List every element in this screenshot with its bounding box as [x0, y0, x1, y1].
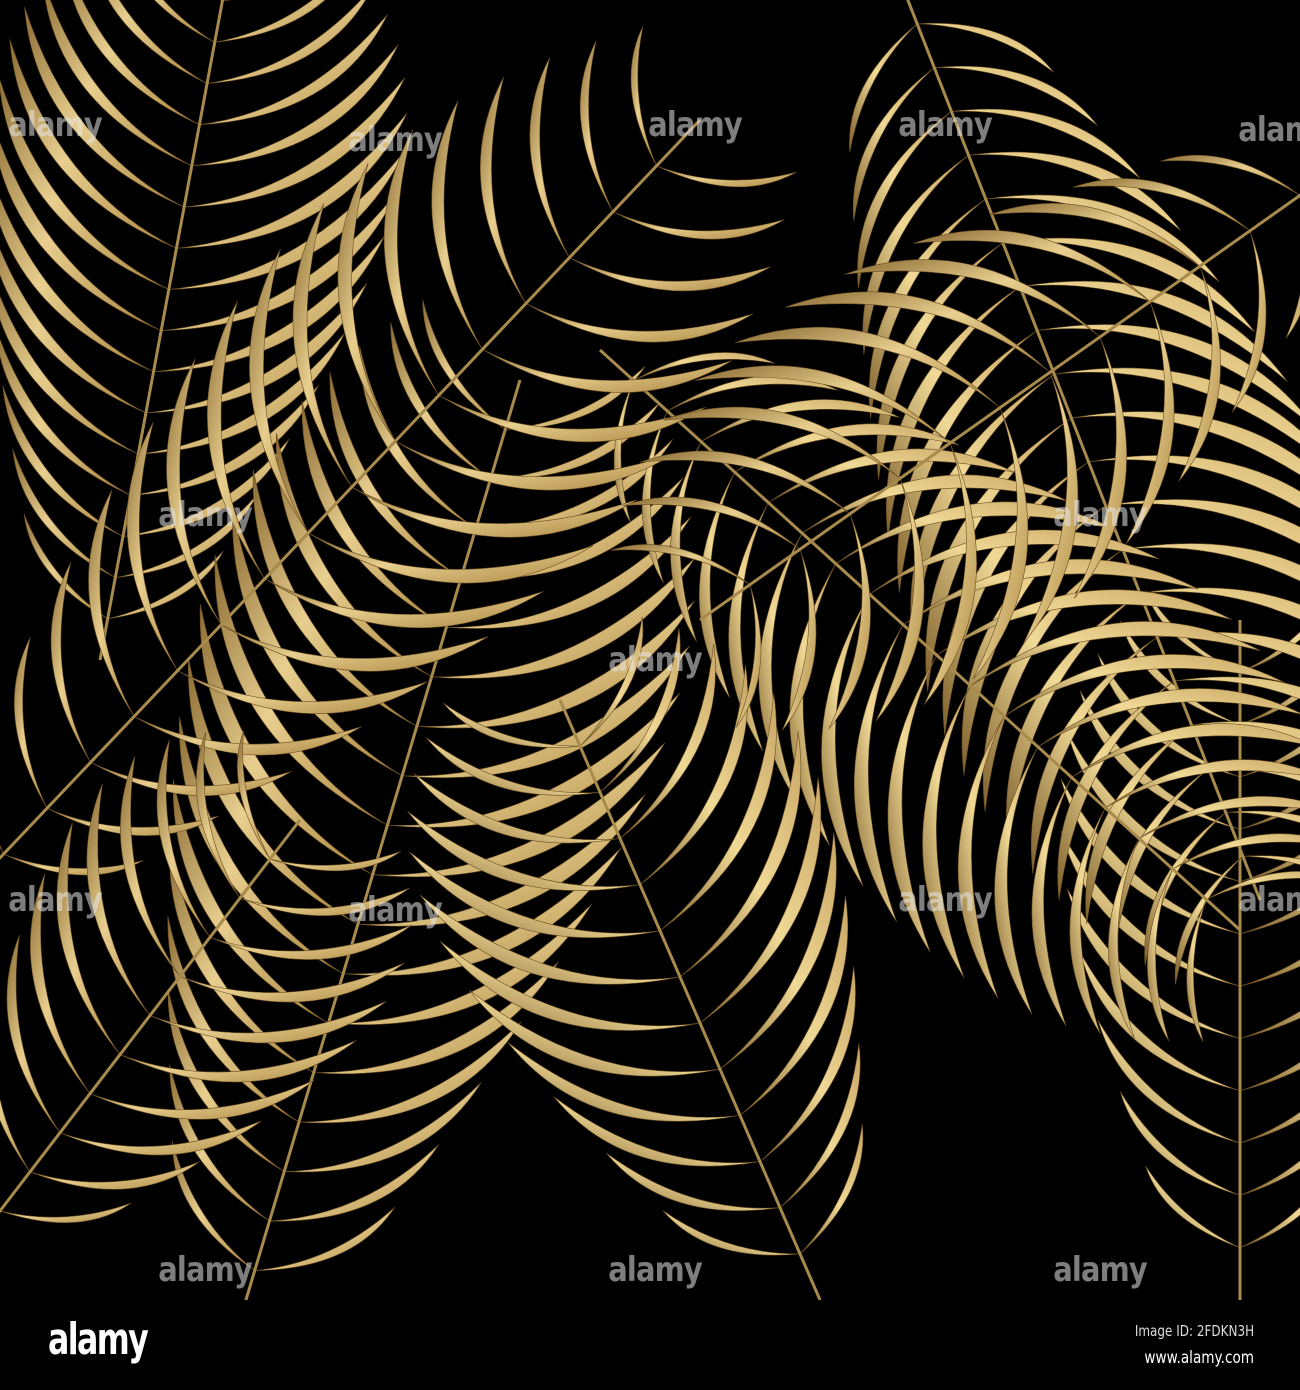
palm-leaflet — [579, 40, 614, 212]
palm-leaflet — [553, 1096, 761, 1167]
palm-leaflet — [875, 478, 925, 722]
palm-leaflet — [107, 550, 224, 620]
watermark: alamy — [608, 1250, 702, 1290]
palm-leaflet — [1239, 1206, 1300, 1248]
stock-image: alamyalamyalamyalamyalamyalamyalamyalamy… — [0, 0, 1300, 1390]
palm-leaflet — [862, 154, 969, 355]
palm-leaflet — [662, 1210, 801, 1256]
palm-leaflet — [14, 637, 48, 809]
palm-leaflet — [390, 322, 491, 480]
footer-bar: alamy Image ID: 2FDKN3H www.alamy.com — [0, 1300, 1300, 1390]
watermark: alamy — [348, 120, 442, 160]
palm-leaflet — [0, 1202, 132, 1223]
palm-leaflet — [29, 1161, 200, 1190]
palm-leaflet — [480, 76, 527, 304]
palm-leaflet — [781, 549, 817, 731]
palm-leaflet — [968, 151, 1181, 231]
palm-leaflet — [699, 777, 822, 1024]
palm-leaflet — [670, 441, 702, 642]
watermark: alamy — [158, 495, 252, 535]
palm-leaflet — [199, 14, 388, 126]
image-id: Image ID: 2FDKN3H — [1134, 1322, 1254, 1340]
palm-frond — [0, 730, 412, 1223]
watermark: alamy — [608, 640, 702, 680]
watermark: alamy — [1053, 495, 1147, 535]
palm-leaflet — [269, 1144, 440, 1222]
watermark: alamy — [1238, 880, 1300, 920]
palm-leaflet — [656, 165, 797, 188]
alamy-logo[interactable]: alamy — [48, 1314, 149, 1365]
palm-leaflet — [1097, 1019, 1241, 1144]
watermark: alamy — [648, 105, 742, 145]
watermark: alamy — [8, 105, 102, 145]
palm-leaflet — [505, 365, 646, 430]
palm-leaflet — [507, 1041, 741, 1122]
palm-leaflet — [917, 22, 1054, 73]
watermark: alamy — [158, 1250, 252, 1290]
website-link[interactable]: www.alamy.com — [1144, 1348, 1254, 1368]
palm-leaflet — [529, 57, 570, 258]
palm-leaflet — [269, 851, 402, 872]
palm-leaflet — [663, 406, 901, 479]
watermark: alamy — [1053, 1250, 1147, 1290]
palm-leaflet — [0, 844, 4, 855]
palm-leaflet — [525, 303, 754, 343]
palm-leaflet — [569, 257, 771, 292]
palm-leaflet — [1239, 1160, 1300, 1196]
watermark: alamy — [8, 880, 102, 920]
watermark: alamy — [898, 880, 992, 920]
watermark: alamy — [898, 105, 992, 145]
palm-leaflet — [1145, 1165, 1241, 1248]
palm-leaflet — [207, 0, 366, 84]
palm-leaflet — [1285, 195, 1300, 339]
palm-leaflet — [351, 486, 637, 538]
frond-stem — [244, 379, 522, 1300]
palm-leaflet — [219, 0, 223, 2]
palm-leaflet — [469, 990, 721, 1077]
palm-leaflet — [612, 211, 785, 240]
palm-leaflet — [613, 380, 634, 523]
palm-leaflet — [284, 1082, 482, 1173]
watermark: alamy — [348, 890, 442, 930]
watermark: alamy — [1238, 110, 1300, 150]
palm-leaflet — [1119, 1091, 1241, 1196]
